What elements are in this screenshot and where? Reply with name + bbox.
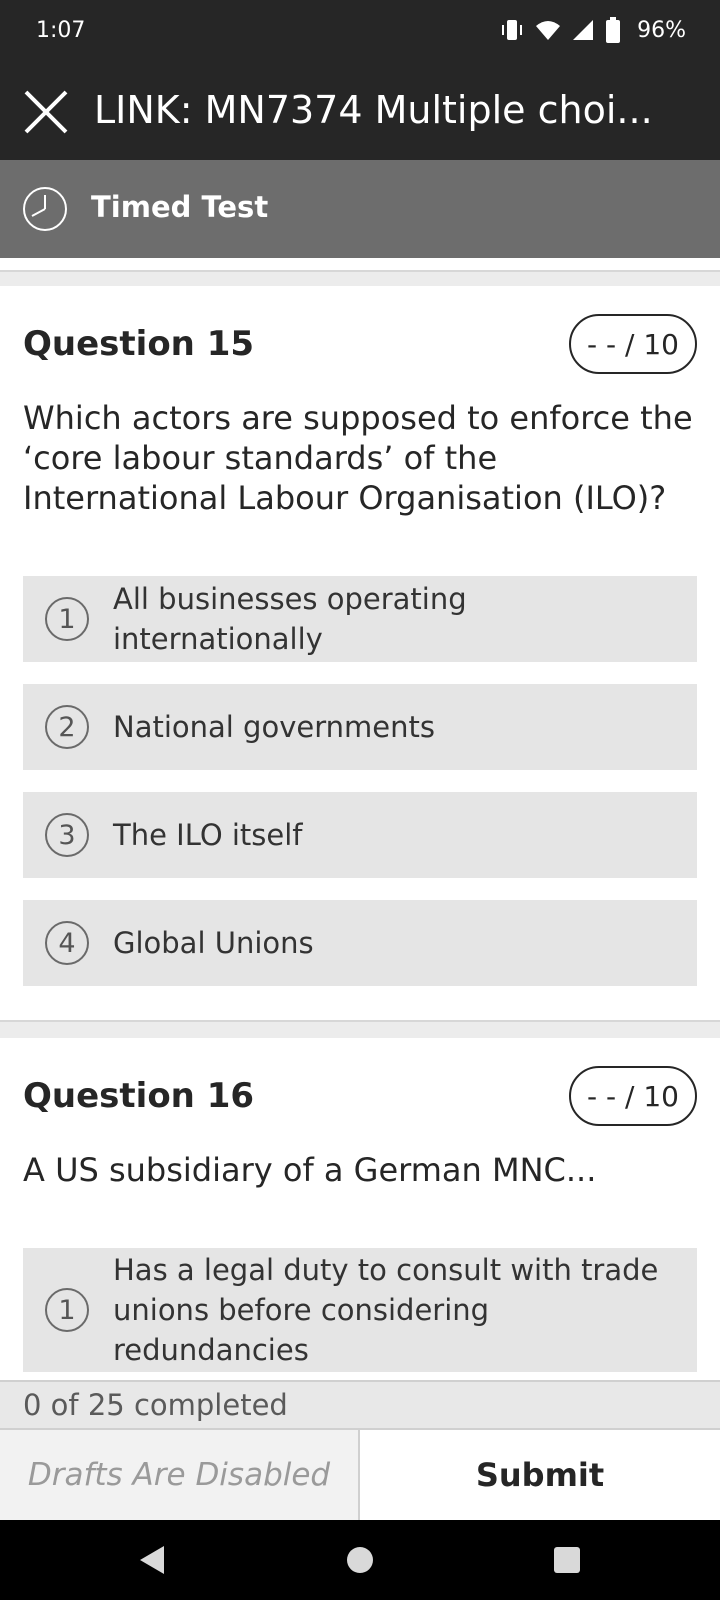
- battery-percent: 96%: [637, 17, 686, 43]
- option-number: 3: [45, 813, 89, 857]
- question-title: Question 16: [23, 1076, 255, 1116]
- option-label: National governments: [113, 710, 435, 744]
- option-label: Global Unions: [113, 926, 314, 960]
- option-label: Has a legal duty to consult with trade u…: [113, 1253, 659, 1367]
- score-badge: - - / 10: [569, 314, 697, 374]
- footer: Drafts Are Disabled Submit: [0, 1428, 720, 1520]
- home-icon[interactable]: [340, 1540, 380, 1580]
- option-number: 4: [45, 921, 89, 965]
- answer-option[interactable]: 1 Has a legal duty to consult with trade…: [23, 1248, 697, 1372]
- battery-icon: [606, 17, 621, 43]
- drafts-disabled-button: Drafts Are Disabled: [0, 1430, 360, 1520]
- question-title: Question 15: [23, 324, 255, 364]
- section-divider: [0, 270, 720, 286]
- status-icons: 96%: [499, 16, 686, 44]
- timed-test-label: Timed Test: [91, 190, 269, 224]
- recents-icon[interactable]: [547, 1540, 587, 1580]
- timed-test-bar: Timed Test: [0, 160, 720, 258]
- answer-option[interactable]: 2 National governments: [23, 684, 697, 770]
- page-title: LINK: MN7374 Multiple choi...: [94, 88, 653, 132]
- option-number: 1: [45, 597, 89, 641]
- status-bar: 1:07 96%: [0, 0, 720, 62]
- section-divider: [0, 1020, 720, 1038]
- signal-icon: [573, 20, 594, 40]
- question-card: Question 16 - - / 10 A US subsidiary of …: [0, 1038, 720, 1388]
- option-label: The ILO itself: [113, 818, 303, 852]
- option-number: 1: [45, 1288, 89, 1332]
- progress-text: 0 of 25 completed: [23, 1388, 288, 1422]
- answer-option[interactable]: 3 The ILO itself: [23, 792, 697, 878]
- status-time: 1:07: [36, 18, 86, 43]
- back-icon[interactable]: [132, 1540, 172, 1580]
- answer-option[interactable]: 4 Global Unions: [23, 900, 697, 986]
- question-card: Question 15 - - / 10 Which actors are su…: [0, 286, 720, 1020]
- option-number: 2: [45, 705, 89, 749]
- question-text: A US subsidiary of a German MNC...: [23, 1151, 597, 1189]
- system-nav-bar: [0, 1520, 720, 1600]
- progress-bar: 0 of 25 completed: [0, 1380, 720, 1428]
- clock-icon: [23, 187, 67, 231]
- option-label: All businesses operating internationally: [113, 582, 467, 656]
- wifi-icon: [536, 21, 561, 40]
- answer-option[interactable]: 1 All businesses operating international…: [23, 576, 697, 662]
- app-bar: LINK: MN7374 Multiple choi...: [0, 62, 720, 160]
- close-button[interactable]: [22, 88, 70, 136]
- submit-button[interactable]: Submit: [360, 1430, 720, 1520]
- close-icon: [24, 90, 68, 134]
- vibrate-icon: [502, 20, 523, 40]
- score-badge: - - / 10: [569, 1066, 697, 1126]
- question-text: Which actors are supposed to enforce the…: [23, 399, 693, 517]
